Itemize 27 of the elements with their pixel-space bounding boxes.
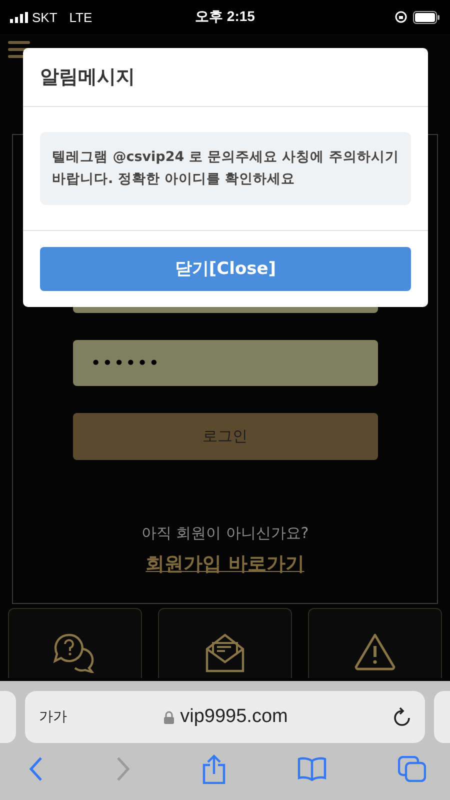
url-text: vip9995.com [180, 706, 288, 728]
alert-message: 텔레그램 @csvip24 로 문의주세요 사칭에 주의하시기 바랍니다. 정확한 아이디를 확인하세요 [40, 132, 411, 205]
carrier-name: SKT [32, 10, 58, 24]
help-chat-icon [53, 633, 97, 673]
signal-icon [10, 12, 28, 22]
lock-icon [164, 710, 174, 724]
rotation-lock-icon [394, 11, 407, 23]
menu-card[interactable] [158, 608, 292, 678]
address-bar[interactable]: 가가 vip9995.com [25, 691, 425, 743]
book-icon[interactable] [297, 756, 327, 780]
signup-link[interactable]: 회원가입 바로가기 [146, 551, 304, 577]
text-size-button[interactable]: 가가 [39, 708, 109, 726]
back-icon[interactable] [28, 756, 44, 782]
network-type: LTE [69, 10, 92, 24]
warning-icon [354, 633, 396, 671]
close-button[interactable]: 닫기[Close] [40, 246, 411, 291]
battery-icon [412, 10, 440, 24]
password-field[interactable]: •••••• [72, 340, 378, 386]
share-icon[interactable] [202, 754, 226, 784]
tabs-icon[interactable] [398, 756, 426, 782]
reload-icon[interactable] [393, 707, 411, 727]
menu-card[interactable] [308, 608, 442, 678]
clock-time: 오후 2:15 [195, 8, 255, 26]
mail-icon [205, 633, 245, 673]
dialog-title: 알림메시지 [40, 66, 135, 88]
signup-prompt: 아직 회원이 아니신가요? [141, 524, 309, 543]
menu-card[interactable] [8, 608, 142, 678]
